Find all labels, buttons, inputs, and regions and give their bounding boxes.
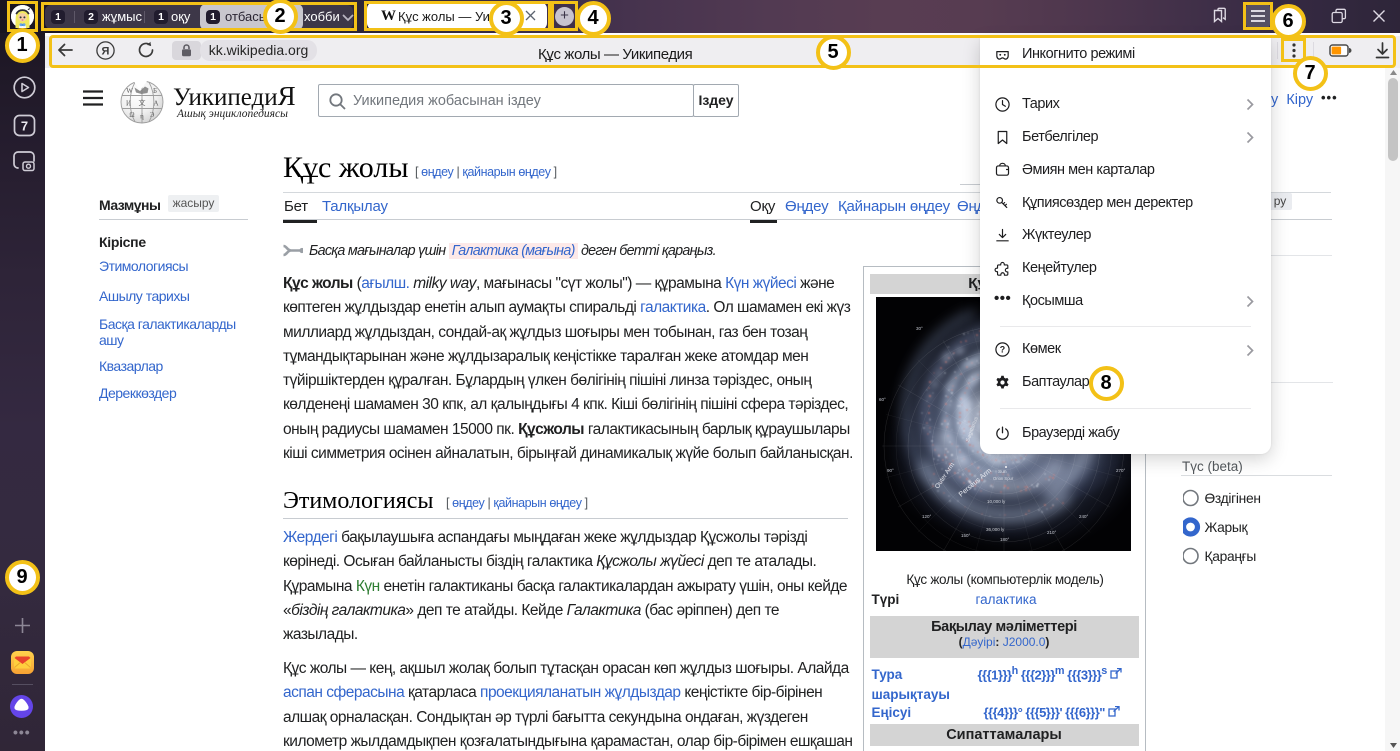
svg-text:120°: 120° <box>922 514 932 519</box>
svg-text:Orion Spur: Orion Spur <box>993 476 1014 481</box>
svg-text:W: W <box>126 87 133 95</box>
svg-text:Э: Э <box>150 111 155 119</box>
svg-text:150°: 150° <box>961 533 971 538</box>
svg-text:Өздігінен: Өздігінен <box>1205 491 1261 506</box>
svg-text:60°: 60° <box>879 397 886 402</box>
svg-text:Ω: Ω <box>129 111 134 119</box>
svg-text:ή: ή <box>140 113 144 121</box>
svg-text:240°: 240° <box>1079 514 1089 519</box>
svg-text:И: И <box>126 100 131 108</box>
svg-text:Жарық: Жарық <box>1205 520 1249 535</box>
svg-text:Sun: Sun <box>998 469 1007 475</box>
svg-text:10,000 ly: 10,000 ly <box>987 499 1006 504</box>
svg-text:Қараңғы: Қараңғы <box>1205 549 1257 564</box>
svg-text:90°: 90° <box>887 468 894 473</box>
svg-text:270°: 270° <box>1116 468 1126 473</box>
svg-text:210°: 210° <box>1047 530 1057 535</box>
svg-text:30°: 30° <box>916 326 923 331</box>
svg-text:Б: Б <box>153 87 157 95</box>
svg-text:36,000 ly: 36,000 ly <box>986 527 1005 532</box>
svg-text:?: ? <box>1000 345 1005 355</box>
svg-text:A: A <box>153 100 158 108</box>
svg-text:文: 文 <box>139 98 146 107</box>
svg-text:180°: 180° <box>1000 537 1010 542</box>
svg-text:7: 7 <box>21 119 28 134</box>
